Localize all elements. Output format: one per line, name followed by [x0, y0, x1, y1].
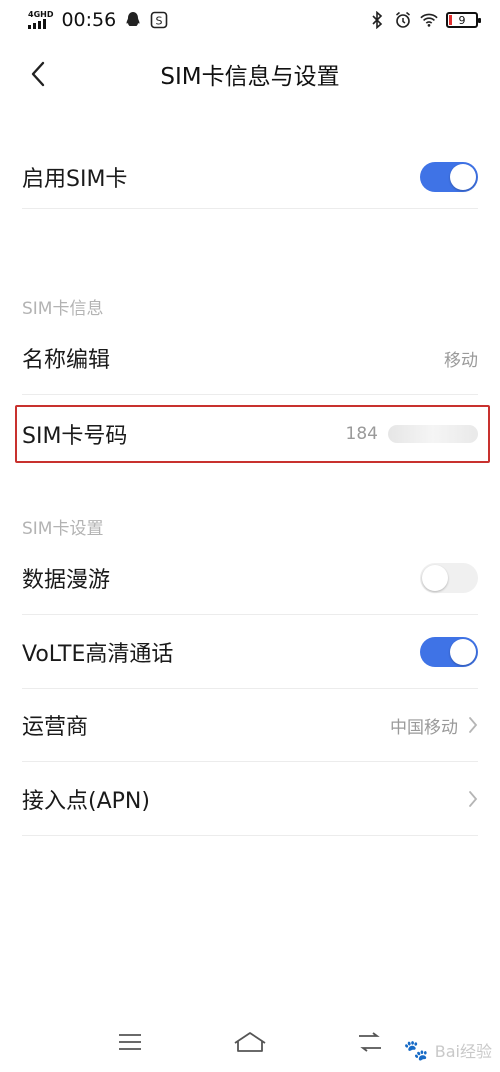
qq-icon — [124, 11, 142, 29]
divider — [22, 394, 478, 395]
apn-label: 接入点(APN) — [22, 789, 150, 814]
sim-number-prefix: 184 — [345, 424, 378, 444]
name-edit-row[interactable]: 名称编辑 移动 — [22, 336, 478, 380]
carrier-row[interactable]: 运营商 中国移动 — [22, 703, 478, 747]
sim-number-row[interactable]: SIM卡号码 184 — [22, 412, 478, 456]
paw-icon: 🐾 — [403, 1038, 429, 1062]
apn-row[interactable]: 接入点(APN) — [22, 777, 478, 821]
network-type: 4GHD — [28, 10, 54, 19]
alarm-icon — [394, 11, 412, 29]
section-title-sim-info: SIM卡信息 — [22, 299, 104, 319]
name-edit-label: 名称编辑 — [22, 348, 111, 373]
divider — [22, 614, 478, 615]
redacted-number — [388, 425, 478, 443]
name-edit-value: 移动 — [444, 350, 478, 371]
back-button[interactable] — [20, 56, 56, 92]
status-right: 9 — [368, 11, 481, 29]
carrier-value: 中国移动 — [390, 717, 458, 738]
header: SIM卡信息与设置 — [0, 42, 500, 106]
battery-icon: 9 — [446, 12, 481, 28]
wifi-icon — [420, 11, 438, 29]
carrier-label: 运营商 — [22, 715, 89, 740]
watermark: 🐾 Bai经验 — [404, 1038, 492, 1062]
home-icon — [234, 1032, 266, 1052]
divider — [22, 208, 478, 209]
home-button[interactable] — [230, 1022, 270, 1062]
chevron-right-icon — [469, 791, 478, 807]
sim-number-value: 184 — [346, 424, 478, 444]
section-title-sim-settings: SIM卡设置 — [22, 519, 104, 539]
app-s-icon: S — [150, 11, 168, 29]
status-left: 4GHD 00:56 S — [28, 9, 168, 31]
data-roaming-toggle[interactable] — [420, 563, 478, 593]
watermark-text: Bai经验 — [434, 1042, 492, 1061]
sim-number-label: SIM卡号码 — [22, 424, 128, 449]
menu-icon — [119, 1034, 141, 1050]
signal-icon: 4GHD — [28, 11, 53, 29]
chevron-right-icon — [469, 717, 478, 733]
status-bar: 4GHD 00:56 S 9 — [0, 0, 500, 40]
carrier-value-group: 中国移动 — [390, 713, 478, 738]
chevron-left-icon — [31, 61, 45, 87]
data-roaming-label: 数据漫游 — [22, 568, 111, 593]
enable-sim-label: 启用SIM卡 — [22, 167, 128, 192]
battery-level: 9 — [458, 13, 466, 27]
enable-sim-toggle[interactable] — [420, 162, 478, 192]
back-nav-button[interactable] — [350, 1022, 390, 1062]
divider — [22, 688, 478, 689]
bluetooth-icon — [368, 11, 386, 29]
page-title: SIM卡信息与设置 — [160, 64, 340, 90]
svg-text:S: S — [156, 15, 163, 28]
enable-sim-row[interactable]: 启用SIM卡 — [22, 155, 478, 199]
status-time: 00:56 — [61, 9, 117, 31]
volte-label: VoLTE高清通话 — [22, 642, 174, 667]
divider — [22, 835, 478, 836]
volte-row[interactable]: VoLTE高清通话 — [22, 630, 478, 674]
data-roaming-row[interactable]: 数据漫游 — [22, 556, 478, 600]
menu-button[interactable] — [110, 1022, 150, 1062]
divider — [22, 761, 478, 762]
back-nav-icon — [359, 1032, 381, 1052]
volte-toggle[interactable] — [420, 637, 478, 667]
